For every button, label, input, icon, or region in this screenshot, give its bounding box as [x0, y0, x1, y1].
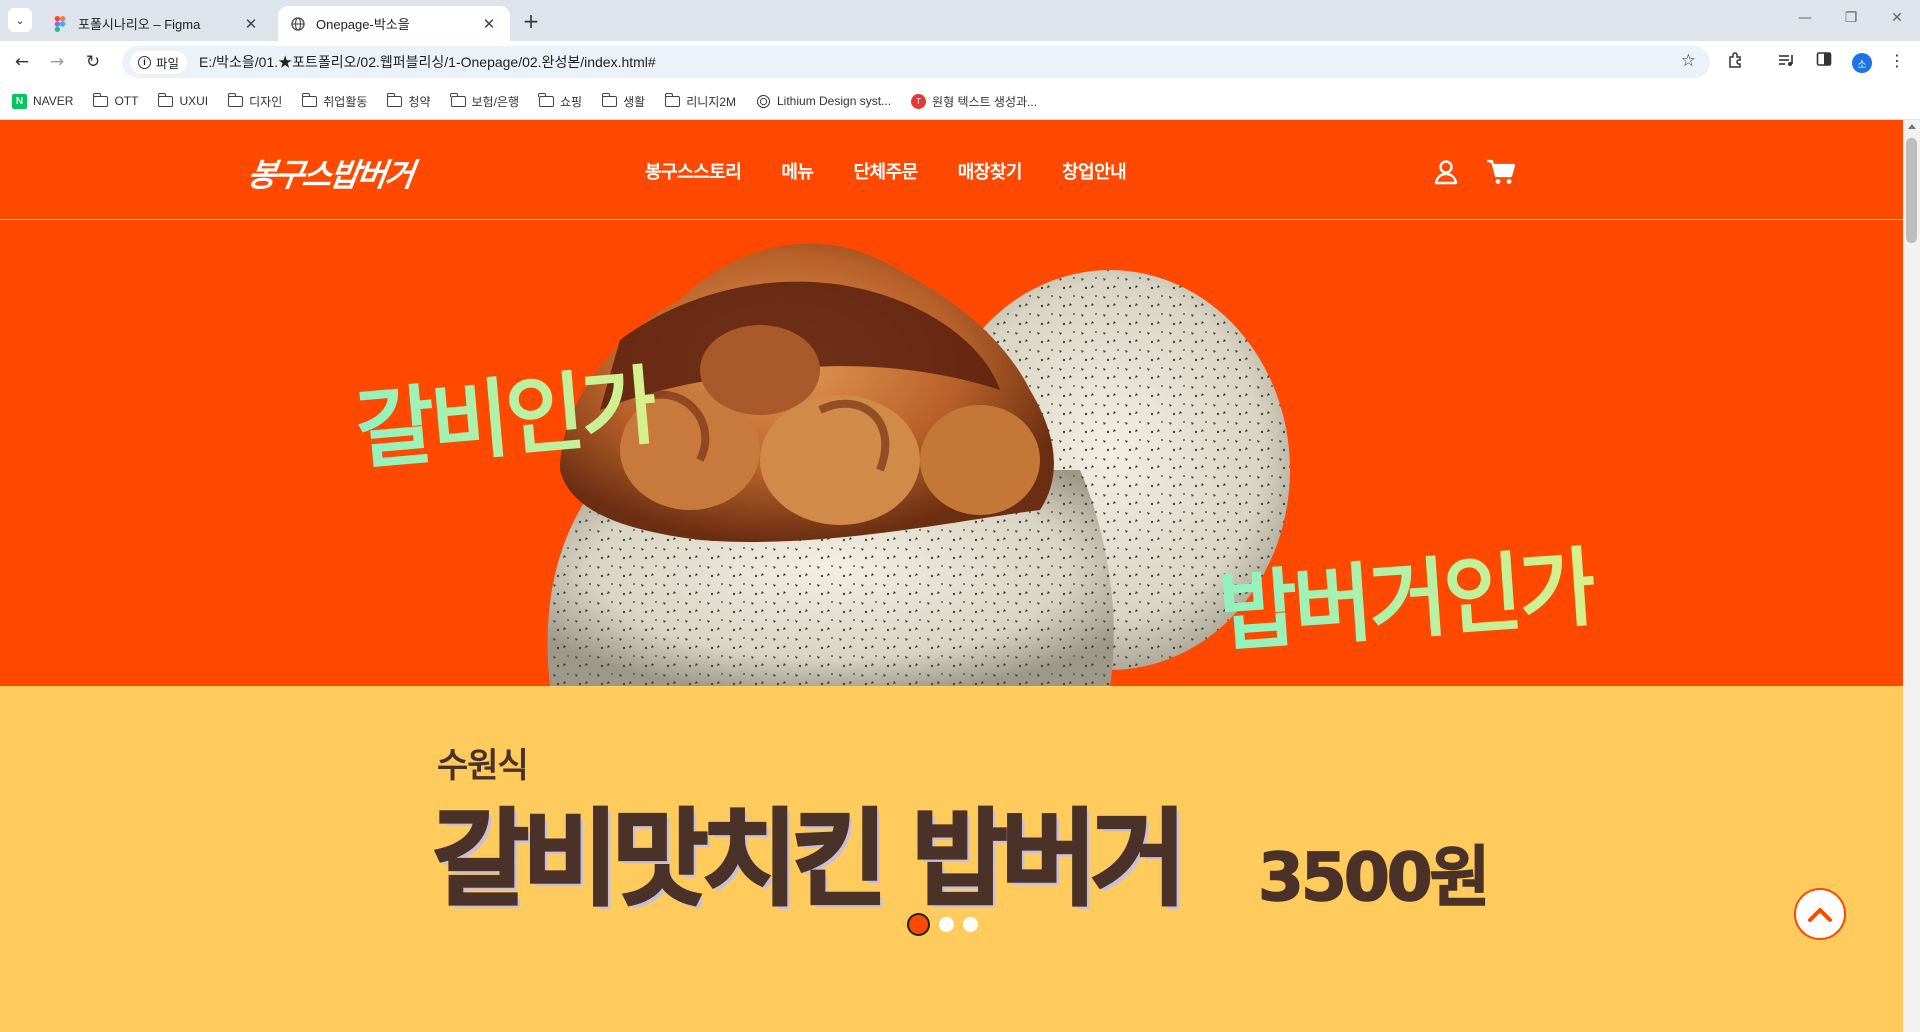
- bookmark-ott[interactable]: OTT: [92, 92, 139, 109]
- nav-item-franchise[interactable]: 창업안내: [1062, 158, 1127, 184]
- bookmark-label: 생활: [623, 94, 646, 109]
- bookmark-lithium[interactable]: Lithium Design syst...: [756, 94, 891, 109]
- menu-kebab-icon[interactable]: ⋮: [1886, 51, 1908, 70]
- page-viewport: 봉구스밥버거 봉구스스토리 메뉴 단체주문 매장찾기 창업안내 갈비인가 밥버거…: [0, 120, 1903, 1032]
- user-icon[interactable]: [1432, 158, 1462, 186]
- scheme-label: 파일: [156, 56, 180, 71]
- slide-dot-1[interactable]: [907, 913, 930, 936]
- browser-tab-strip: ⌄ 포폴시나리오 – Figma ✕ Onepage-박소을 ✕ + — ❐ ✕: [0, 0, 1920, 41]
- bookmark-lineage[interactable]: 리니지2M: [664, 92, 736, 110]
- profile-initial: 소: [1857, 59, 1867, 71]
- circle-text-icon: T: [911, 93, 927, 109]
- side-panel-icon[interactable]: [1813, 51, 1835, 71]
- tab-title: 포폴시나리오 – Figma: [78, 17, 201, 32]
- bookmark-label: NAVER: [33, 94, 74, 108]
- folder-icon: [601, 92, 618, 109]
- slide-dot-2[interactable]: [939, 917, 954, 932]
- folder-icon: [157, 92, 174, 109]
- naver-icon: N: [12, 93, 27, 109]
- scroll-up-arrow-icon[interactable]: [1908, 124, 1916, 129]
- nav-item-story[interactable]: 봉구스스토리: [645, 158, 742, 184]
- bookmark-label: 디자인: [249, 94, 283, 109]
- folder-icon: [538, 92, 555, 109]
- site-logo[interactable]: 봉구스밥버거: [245, 150, 416, 196]
- folder-icon: [301, 92, 318, 109]
- close-tab-icon[interactable]: ✕: [480, 15, 498, 33]
- bookmark-shopping[interactable]: 쇼핑: [538, 92, 583, 110]
- bookmark-uxui[interactable]: UXUI: [157, 92, 209, 109]
- new-tab-icon[interactable]: +: [520, 9, 542, 33]
- media-queue-icon[interactable]: [1775, 51, 1797, 73]
- reload-icon[interactable]: ↻: [82, 51, 104, 73]
- slide-indicator: [907, 913, 978, 936]
- bookmark-label: 보험/은행: [471, 94, 520, 109]
- bookmark-insurance-bank[interactable]: 보험/은행: [449, 92, 520, 110]
- close-window-icon[interactable]: ✕: [1887, 10, 1907, 26]
- bookmark-label: 취업활동: [323, 94, 368, 109]
- folder-icon: [92, 92, 109, 109]
- bookmark-subscription[interactable]: 청약: [386, 92, 431, 110]
- back-icon[interactable]: ←: [11, 51, 33, 73]
- profile-avatar[interactable]: 소: [1852, 53, 1872, 73]
- browser-toolbar: ← → ↻ i 파일 E:/박소을/01.★포트폴리오/02.웹퍼블리싱/1-O…: [0, 41, 1920, 83]
- tab-title: Onepage-박소을: [316, 17, 410, 32]
- bookmark-life[interactable]: 생활: [601, 92, 646, 110]
- hero-banner: 갈비인가 밥버거인가: [0, 220, 1903, 686]
- promo-price: 3500원: [1257, 838, 1491, 917]
- figma-icon: [52, 15, 68, 32]
- bookmark-label: 리니지2M: [686, 94, 736, 109]
- bookmark-label: UXUI: [179, 94, 209, 108]
- folder-icon: [664, 92, 681, 109]
- bookmark-naver[interactable]: N NAVER: [12, 93, 74, 109]
- bookmark-star-icon[interactable]: ☆: [1681, 51, 1696, 71]
- bookmark-label: Lithium Design syst...: [777, 94, 892, 108]
- address-bar[interactable]: i 파일 E:/박소을/01.★포트폴리오/02.웹퍼블리싱/1-Onepage…: [122, 46, 1710, 78]
- bookmark-design[interactable]: 디자인: [227, 92, 283, 110]
- bookmarks-bar: N NAVER OTT UXUI 디자인 취업활동 청약 보험/은행 쇼핑 생활 …: [0, 83, 1920, 120]
- browser-tab-onepage[interactable]: Onepage-박소을 ✕: [278, 6, 510, 41]
- close-tab-icon[interactable]: ✕: [242, 15, 260, 33]
- site-info-chip[interactable]: i 파일: [130, 50, 188, 74]
- bookmark-circle-text[interactable]: T 원형 텍스트 생성과...: [911, 93, 1037, 110]
- globe-icon: [756, 94, 771, 109]
- forward-icon[interactable]: →: [46, 51, 68, 73]
- url-text: E:/박소을/01.★포트폴리오/02.웹퍼블리싱/1-Onepage/02.완…: [199, 54, 656, 70]
- info-icon: i: [138, 55, 151, 69]
- page-scrollbar[interactable]: [1903, 120, 1920, 1032]
- cart-icon[interactable]: [1486, 158, 1516, 186]
- minimize-icon[interactable]: —: [1795, 10, 1815, 26]
- globe-icon: [290, 16, 306, 32]
- rice-burger-image: [547, 243, 1290, 686]
- promo-title: 갈비맛치킨 밥버거: [432, 797, 1189, 922]
- nav-item-menu[interactable]: 메뉴: [781, 158, 814, 184]
- folder-icon: [227, 92, 244, 109]
- nav-item-group-order[interactable]: 단체주문: [853, 158, 918, 184]
- bookmark-label: 청약: [408, 94, 431, 109]
- slide-dot-3[interactable]: [963, 917, 978, 932]
- bookmark-label: 원형 텍스트 생성과...: [932, 94, 1038, 109]
- extensions-icon[interactable]: [1725, 51, 1747, 73]
- restore-icon[interactable]: ❐: [1841, 10, 1861, 26]
- nav-item-store-finder[interactable]: 매장찾기: [958, 158, 1023, 184]
- hero-text-bapburger: 밥버거인가: [1214, 517, 1598, 668]
- chevron-up-icon: [1808, 908, 1832, 922]
- main-nav: 봉구스스토리 메뉴 단체주문 매장찾기 창업안내: [645, 158, 1127, 184]
- scroll-to-top-button[interactable]: [1794, 888, 1846, 940]
- promo-banner: 수원식 갈비맛치킨 밥버거 3500원: [0, 686, 1903, 1032]
- bookmark-jobs[interactable]: 취업활동: [301, 92, 368, 110]
- site-header: 봉구스밥버거 봉구스스토리 메뉴 단체주문 매장찾기 창업안내: [0, 120, 1903, 220]
- browser-tab-figma[interactable]: 포폴시나리오 – Figma ✕: [40, 6, 272, 41]
- folder-icon: [449, 92, 466, 109]
- folder-icon: [386, 92, 403, 109]
- scroll-thumb[interactable]: [1906, 138, 1917, 243]
- tab-search-chevron-icon[interactable]: ⌄: [8, 8, 32, 32]
- hero-text-galbi: 갈비인가: [350, 335, 660, 486]
- bookmark-label: OTT: [114, 94, 139, 108]
- bookmark-label: 쇼핑: [560, 94, 583, 109]
